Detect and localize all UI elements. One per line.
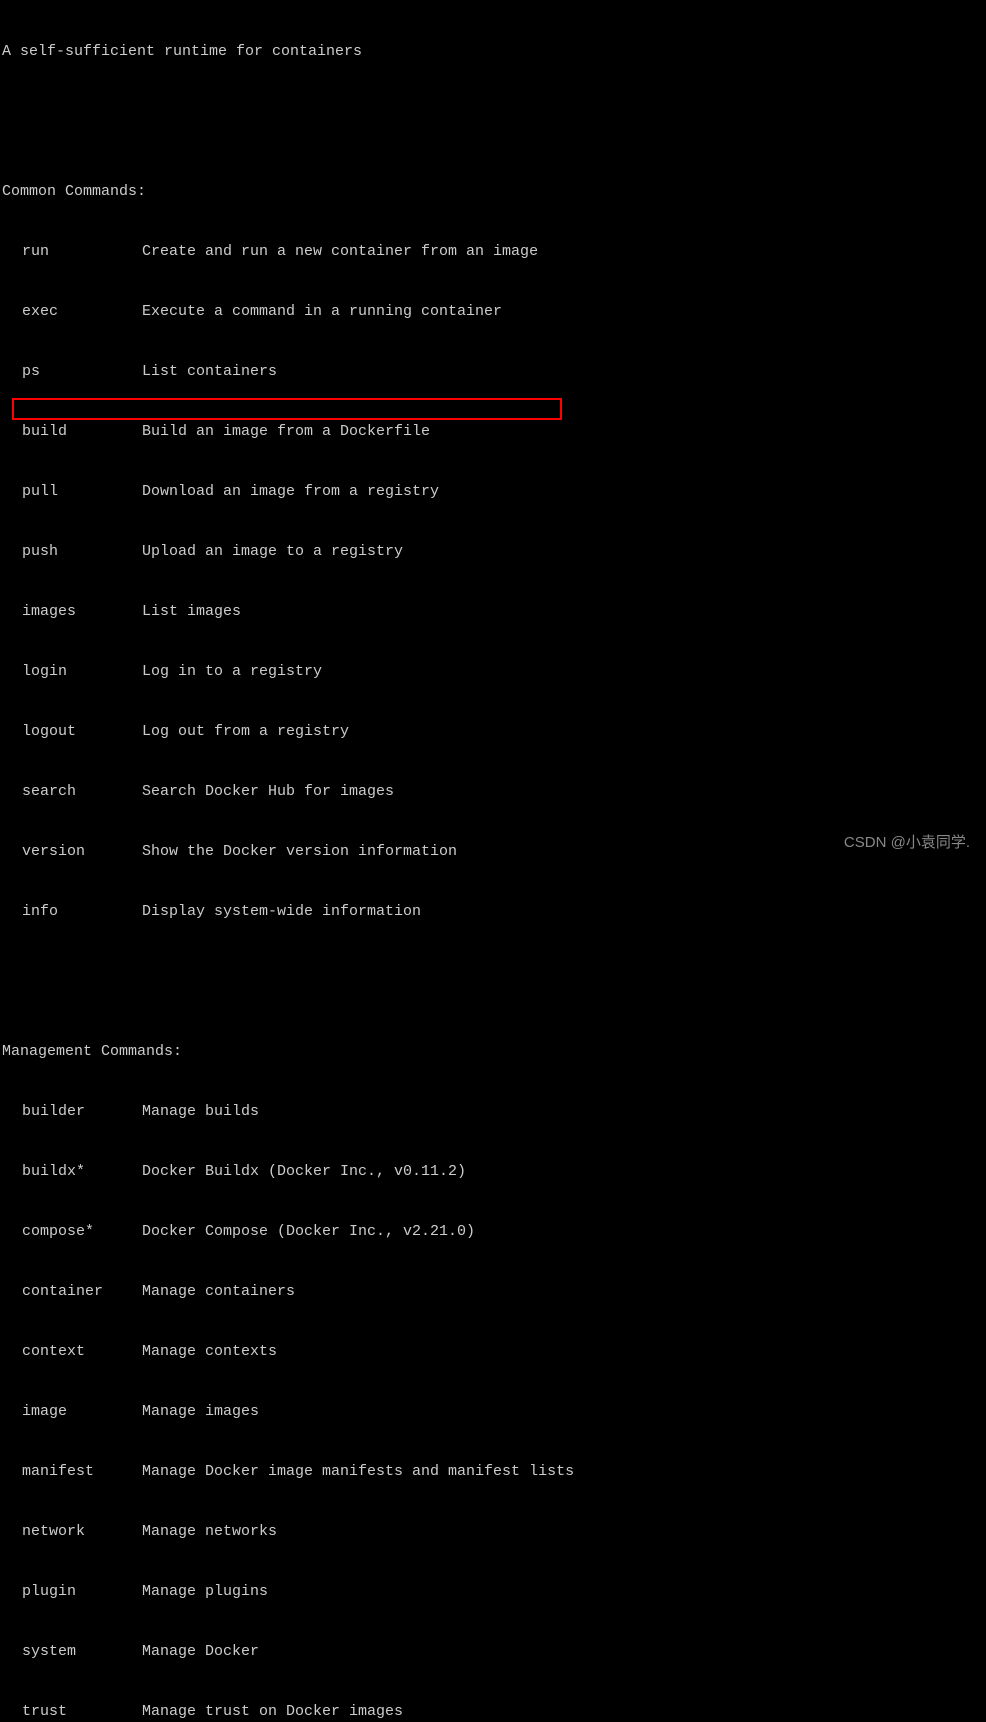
cmd-name: system (2, 1642, 142, 1662)
cmd-desc: Docker Buildx (Docker Inc., v0.11.2) (142, 1163, 466, 1180)
cmd-row: imagesList images (2, 602, 986, 622)
cmd-row: runCreate and run a new container from a… (2, 242, 986, 262)
cmd-desc: Manage images (142, 1403, 259, 1420)
cmd-row: versionShow the Docker version informati… (2, 842, 986, 862)
cmd-row: loginLog in to a registry (2, 662, 986, 682)
cmd-name: run (2, 242, 142, 262)
cmd-name: info (2, 902, 142, 922)
cmd-desc: Manage Docker (142, 1643, 259, 1660)
cmd-name: container (2, 1282, 142, 1302)
watermark-text: CSDN @小袁同学. (844, 833, 970, 853)
cmd-desc: Execute a command in a running container (142, 303, 502, 320)
cmd-desc: Show the Docker version information (142, 843, 457, 860)
cmd-row: containerManage containers (2, 1282, 986, 1302)
cmd-name: push (2, 542, 142, 562)
cmd-name: exec (2, 302, 142, 322)
blank-line (2, 102, 986, 122)
cmd-desc: Create and run a new container from an i… (142, 243, 538, 260)
cmd-desc: Manage Docker image manifests and manife… (142, 1463, 574, 1480)
section-title-common: Common Commands: (2, 182, 986, 202)
cmd-row: pushUpload an image to a registry (2, 542, 986, 562)
cmd-row-highlighted: compose*Docker Compose (Docker Inc., v2.… (2, 1222, 986, 1242)
cmd-desc: Docker Compose (Docker Inc., v2.21.0) (142, 1223, 475, 1240)
cmd-row: pluginManage plugins (2, 1582, 986, 1602)
cmd-name: search (2, 782, 142, 802)
cmd-row: contextManage contexts (2, 1342, 986, 1362)
cmd-row: builderManage builds (2, 1102, 986, 1122)
cmd-row: manifestManage Docker image manifests an… (2, 1462, 986, 1482)
cmd-desc: Build an image from a Dockerfile (142, 423, 430, 440)
cmd-name: plugin (2, 1582, 142, 1602)
cmd-name: build (2, 422, 142, 442)
cmd-name: network (2, 1522, 142, 1542)
cmd-name: pull (2, 482, 142, 502)
cmd-name: compose* (2, 1222, 142, 1242)
cmd-name: builder (2, 1102, 142, 1122)
cmd-row: trustManage trust on Docker images (2, 1702, 986, 1722)
cmd-row: imageManage images (2, 1402, 986, 1422)
cmd-row: searchSearch Docker Hub for images (2, 782, 986, 802)
cmd-row: pullDownload an image from a registry (2, 482, 986, 502)
cmd-name: context (2, 1342, 142, 1362)
cmd-desc: Manage builds (142, 1103, 259, 1120)
blank-line (2, 962, 986, 982)
cmd-desc: Manage containers (142, 1283, 295, 1300)
cmd-desc: Manage trust on Docker images (142, 1703, 403, 1720)
cmd-row: systemManage Docker (2, 1642, 986, 1662)
cmd-name: manifest (2, 1462, 142, 1482)
cmd-desc: List images (142, 603, 241, 620)
cmd-row: networkManage networks (2, 1522, 986, 1542)
cmd-name: ps (2, 362, 142, 382)
cmd-desc: Log in to a registry (142, 663, 322, 680)
cmd-row: buildx*Docker Buildx (Docker Inc., v0.11… (2, 1162, 986, 1182)
cmd-name: login (2, 662, 142, 682)
cmd-desc: Download an image from a registry (142, 483, 439, 500)
cmd-desc: Upload an image to a registry (142, 543, 403, 560)
header-line: A self-sufficient runtime for containers (2, 42, 986, 62)
cmd-name: logout (2, 722, 142, 742)
cmd-desc: Display system-wide information (142, 903, 421, 920)
cmd-desc: Manage contexts (142, 1343, 277, 1360)
cmd-row: psList containers (2, 362, 986, 382)
terminal-output: A self-sufficient runtime for containers… (2, 2, 986, 1722)
section-title-management: Management Commands: (2, 1042, 986, 1062)
cmd-row: execExecute a command in a running conta… (2, 302, 986, 322)
cmd-desc: Log out from a registry (142, 723, 349, 740)
cmd-row: infoDisplay system-wide information (2, 902, 986, 922)
cmd-desc: List containers (142, 363, 277, 380)
cmd-name: buildx* (2, 1162, 142, 1182)
cmd-row: buildBuild an image from a Dockerfile (2, 422, 986, 442)
cmd-desc: Manage networks (142, 1523, 277, 1540)
cmd-name: version (2, 842, 142, 862)
cmd-name: trust (2, 1702, 142, 1722)
cmd-row: logoutLog out from a registry (2, 722, 986, 742)
cmd-desc: Manage plugins (142, 1583, 268, 1600)
cmd-name: image (2, 1402, 142, 1422)
cmd-name: images (2, 602, 142, 622)
cmd-desc: Search Docker Hub for images (142, 783, 394, 800)
